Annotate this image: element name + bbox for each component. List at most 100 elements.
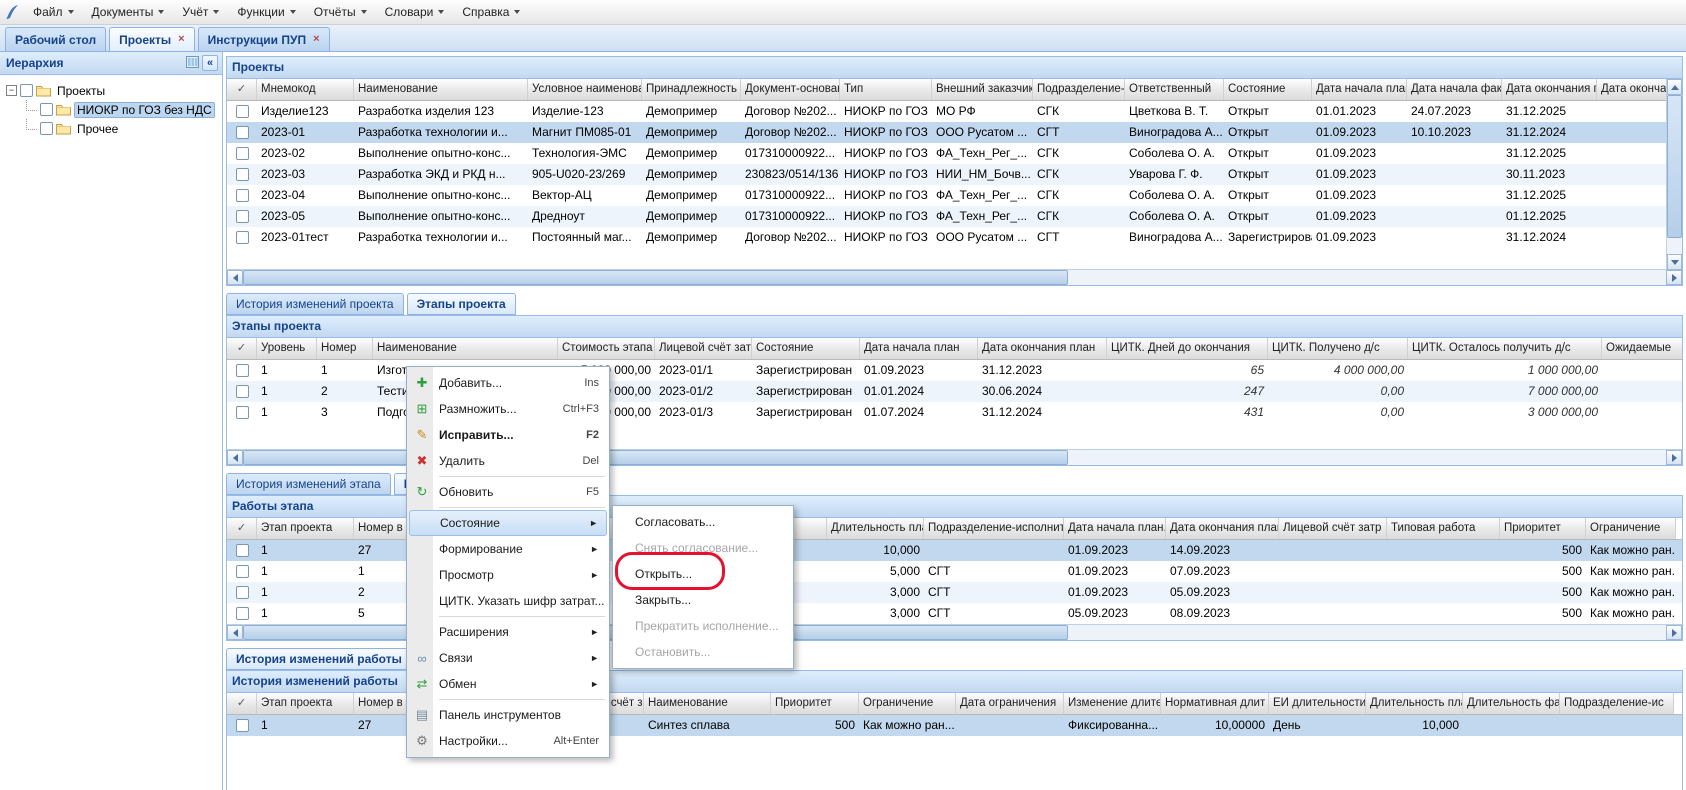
row-checkbox[interactable] bbox=[236, 607, 249, 620]
column-header[interactable]: Мнемокод bbox=[257, 79, 354, 100]
column-header[interactable]: Дата начала план bbox=[860, 338, 978, 359]
menu-item[interactable]: Просмотр► bbox=[409, 562, 607, 588]
table-row[interactable]: 2023-03Разработка ЭКД и РКД н...905-U020… bbox=[227, 164, 1682, 185]
menu-item[interactable]: ∞Связи► bbox=[409, 645, 607, 671]
row-checkbox[interactable] bbox=[236, 565, 249, 578]
column-header[interactable]: ЦИТК. Дней до окончания bbox=[1107, 338, 1268, 359]
menu-item[interactable]: ⇄Обмен► bbox=[409, 671, 607, 697]
menu-item[interactable]: ↻ОбновитьF5 bbox=[409, 479, 607, 505]
table-row[interactable]: 2023-01тестРазработка технологии и...Пос… bbox=[227, 227, 1682, 248]
select-all-header[interactable]: ✓ bbox=[227, 693, 257, 714]
vertical-scrollbar[interactable] bbox=[1666, 79, 1682, 270]
scrollbar-thumb[interactable] bbox=[243, 270, 1068, 285]
column-header[interactable]: Состояние bbox=[752, 338, 860, 359]
column-header[interactable]: Длительность пла bbox=[1366, 693, 1463, 714]
column-header[interactable]: Дата ограничения bbox=[956, 693, 1064, 714]
scroll-left-button[interactable] bbox=[227, 625, 243, 640]
column-header[interactable]: Дата начала план. bbox=[1312, 79, 1407, 100]
menu-item[interactable]: Расширения► bbox=[409, 619, 607, 645]
column-header[interactable]: Длительность фак bbox=[1463, 693, 1560, 714]
column-header[interactable]: Тип bbox=[840, 79, 932, 100]
column-header[interactable]: Дата окончания план bbox=[978, 338, 1107, 359]
column-header[interactable]: Подразделение-исполнитель. bbox=[924, 518, 1064, 539]
tree-item[interactable]: Прочее bbox=[24, 119, 220, 138]
menu-item[interactable]: ✖УдалитьDel bbox=[409, 448, 607, 474]
column-header[interactable]: Лицевой счёт затр bbox=[1279, 518, 1387, 539]
column-header[interactable]: Дата начала план. bbox=[1064, 518, 1166, 539]
row-checkbox[interactable] bbox=[236, 105, 249, 118]
horizontal-scrollbar[interactable] bbox=[227, 269, 1682, 285]
menubar-item[interactable]: Файл bbox=[24, 2, 83, 22]
column-header[interactable]: Дата окончания пл bbox=[1502, 79, 1597, 100]
column-header[interactable]: Подразделение-от bbox=[1033, 79, 1125, 100]
column-header[interactable]: Ограничение bbox=[1586, 518, 1676, 539]
column-header[interactable]: Приоритет bbox=[771, 693, 859, 714]
expander-icon[interactable]: − bbox=[6, 85, 17, 96]
row-checkbox[interactable] bbox=[236, 385, 249, 398]
tab-close-icon[interactable]: × bbox=[178, 34, 184, 45]
column-header[interactable]: Принадлежность bbox=[642, 79, 741, 100]
row-checkbox[interactable] bbox=[236, 168, 249, 181]
table-row[interactable]: 2023-02Выполнение опытно-конс...Технолог… bbox=[227, 143, 1682, 164]
scroll-right-button[interactable] bbox=[1666, 625, 1682, 640]
row-checkbox[interactable] bbox=[236, 231, 249, 244]
menubar-item[interactable]: Документы bbox=[83, 2, 174, 22]
column-header[interactable]: Дата окончания ф bbox=[1597, 79, 1677, 100]
table-row[interactable]: Изделие123Разработка изделия 123Изделие-… bbox=[227, 101, 1682, 122]
column-header[interactable]: Уровень bbox=[257, 338, 317, 359]
row-checkbox[interactable] bbox=[236, 147, 249, 160]
column-header[interactable]: Дата начала факт. bbox=[1407, 79, 1502, 100]
menu-item[interactable]: Состояние► bbox=[409, 510, 607, 536]
scrollbar-thumb[interactable] bbox=[243, 450, 1068, 465]
panel-tool-icon[interactable] bbox=[186, 56, 199, 71]
column-header[interactable]: Типовая работа bbox=[1387, 518, 1500, 539]
column-header[interactable]: Условное наименова bbox=[528, 79, 642, 100]
tree-item-label[interactable]: Прочее bbox=[74, 121, 121, 137]
row-checkbox[interactable] bbox=[236, 189, 249, 202]
column-header[interactable]: Изменение длите bbox=[1064, 693, 1161, 714]
table-row[interactable]: 2023-05Выполнение опытно-конс...Дредноут… bbox=[227, 206, 1682, 227]
menu-item[interactable]: Согласовать... bbox=[615, 509, 791, 535]
row-checkbox[interactable] bbox=[236, 210, 249, 223]
row-checkbox[interactable] bbox=[236, 364, 249, 377]
menu-item[interactable]: ✚Добавить...Ins bbox=[409, 370, 607, 396]
menu-item[interactable]: Формирование► bbox=[409, 536, 607, 562]
column-header[interactable]: Внешний заказчик bbox=[932, 79, 1033, 100]
scroll-left-button[interactable] bbox=[227, 270, 243, 285]
table-row[interactable]: 2023-04Выполнение опытно-конс...Вектор-А… bbox=[227, 185, 1682, 206]
column-header[interactable]: Нормативная длит bbox=[1161, 693, 1269, 714]
menubar-item[interactable]: Отчёты bbox=[305, 2, 376, 22]
tree-checkbox[interactable] bbox=[20, 84, 33, 97]
column-header[interactable]: ЦИТК. Получено д/с bbox=[1268, 338, 1408, 359]
column-header[interactable]: Ожидаемые bbox=[1602, 338, 1683, 359]
column-header[interactable]: Ограничение bbox=[859, 693, 956, 714]
menu-item[interactable]: Открыть... bbox=[615, 561, 791, 587]
row-checkbox[interactable] bbox=[236, 719, 249, 732]
scroll-left-button[interactable] bbox=[227, 450, 243, 465]
column-header[interactable]: Наименование bbox=[373, 338, 558, 359]
column-header[interactable]: Лицевой счёт затрат bbox=[655, 338, 752, 359]
select-all-header[interactable]: ✓ bbox=[227, 338, 257, 359]
column-header[interactable]: Ответственный bbox=[1125, 79, 1224, 100]
menu-item[interactable]: ▤Панель инструментов bbox=[409, 702, 607, 728]
scrollbar-track[interactable] bbox=[1667, 95, 1682, 254]
scrollbar-thumb[interactable] bbox=[1667, 95, 1682, 238]
select-all-header[interactable]: ✓ bbox=[227, 518, 257, 539]
select-all-header[interactable]: ✓ bbox=[227, 79, 257, 100]
menubar-item[interactable]: Словари bbox=[376, 2, 454, 22]
menu-item[interactable]: ⊞Размножить...Ctrl+F3 bbox=[409, 396, 607, 422]
tree-item[interactable]: НИОКР по ГОЗ без НДС bbox=[24, 100, 220, 119]
tab[interactable]: История изменений работы bbox=[226, 648, 412, 670]
column-header[interactable]: Состояние bbox=[1224, 79, 1312, 100]
tab-close-icon[interactable]: × bbox=[313, 34, 319, 45]
column-header[interactable]: Стоимость этапа bbox=[558, 338, 655, 359]
menubar-item[interactable]: Функции bbox=[228, 2, 304, 22]
column-header[interactable]: ЦИТК. Осталось получить д/с bbox=[1408, 338, 1602, 359]
menu-item[interactable]: ⚙Настройки...Alt+Enter bbox=[409, 728, 607, 754]
column-header[interactable]: Дата окончания план bbox=[1166, 518, 1279, 539]
app-tab[interactable]: Проекты× bbox=[109, 27, 195, 51]
tree-checkbox[interactable] bbox=[40, 103, 53, 116]
row-checkbox[interactable] bbox=[236, 126, 249, 139]
column-header[interactable]: ЕИ длительности bbox=[1269, 693, 1366, 714]
column-header[interactable]: Наименование bbox=[644, 693, 771, 714]
